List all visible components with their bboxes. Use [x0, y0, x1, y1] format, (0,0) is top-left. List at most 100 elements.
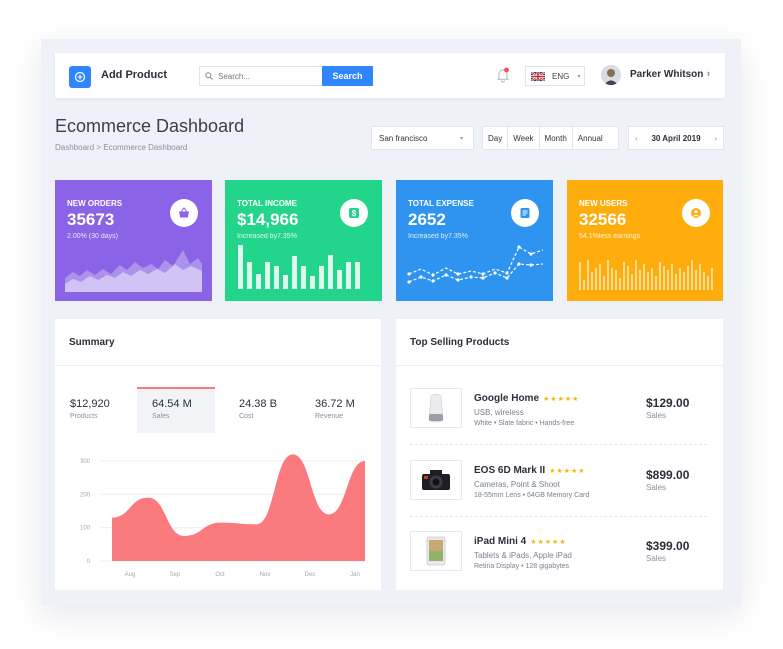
stat-products[interactable]: $12,920 Products [55, 387, 133, 433]
stat-label: Products [70, 413, 98, 420]
card-value: 35673 [67, 210, 115, 229]
breadcrumb[interactable]: Dashboard > Ecommerce Dashboard [55, 143, 187, 152]
search-input[interactable] [218, 71, 318, 81]
divider [410, 444, 707, 445]
user-bar [683, 272, 685, 290]
user-bar [711, 268, 713, 290]
stat-revenue[interactable]: 36.72 M Revenue [300, 387, 378, 433]
income-bars [238, 245, 360, 289]
x-tick-label: Jan [350, 572, 360, 578]
bell-icon [496, 67, 510, 83]
product-desc: Retina Display • 128 gigabytes [474, 563, 570, 570]
user-bar [623, 262, 625, 290]
top-selling-panel: Top Selling Products Google Home ★★★★★ US… [396, 319, 723, 590]
user-photo-icon [601, 65, 621, 85]
rating-stars-icon: ★★★★★ [530, 539, 567, 546]
notification-button[interactable] [496, 67, 510, 83]
card-subtext: Increased by7.35% [408, 233, 468, 240]
product-desc: 18-55mm Lens • 64GB Memory Card [474, 492, 590, 499]
chevron-down-icon: ▾ [577, 73, 581, 80]
chevron-left-icon[interactable]: ‹ [635, 134, 638, 143]
product-thumbnail [410, 388, 462, 428]
period-month[interactable]: Month [540, 127, 573, 149]
period-annual[interactable]: Annual [573, 127, 608, 149]
summary-title: Summary [69, 337, 115, 348]
y-tick-label: 100 [80, 526, 91, 532]
card-subtext: 54.1%less earnings [579, 233, 641, 240]
language-label: ENG [552, 71, 570, 81]
chevron-updown-icon[interactable]: ⬍ [706, 71, 711, 78]
date-label[interactable]: 30 April 2019 [651, 134, 700, 143]
period-day[interactable]: Day [483, 127, 509, 149]
stat-sales[interactable]: 64.54 M Sales [137, 387, 215, 433]
chevron-right-icon[interactable]: › [714, 134, 717, 143]
user-bar [703, 272, 705, 290]
new-users-card: NEW USERS 32566 54.1%less earnings [567, 180, 723, 301]
product-row[interactable]: EOS 6D Mark II ★★★★★ Cameras, Point & Sho… [410, 460, 708, 502]
language-select[interactable]: ENG ▾ [525, 66, 585, 86]
card-icon-button[interactable] [682, 199, 710, 227]
avatar[interactable] [601, 65, 621, 85]
product-price: $899.00 [646, 468, 690, 482]
user-bar [607, 260, 609, 290]
speaker-icon [428, 393, 444, 423]
price-label: Sales [646, 554, 667, 563]
card-label: TOTAL INCOME [237, 199, 297, 208]
city-label: San francisco [379, 133, 428, 143]
user-name[interactable]: Parker Whitson [630, 69, 703, 80]
expense-lines [407, 245, 543, 284]
date-picker: ‹ 30 April 2019 › [628, 126, 724, 150]
basket-icon [179, 207, 189, 218]
search-icon [205, 72, 213, 80]
product-thumbnail [410, 460, 462, 500]
card-subtext: 2.00% (30 days) [67, 233, 118, 240]
add-product-button[interactable] [69, 66, 91, 88]
user-bar [671, 264, 673, 290]
summary-area-chart: 0 100 200 300 Aug Sep Oct Nov Dec Jan [80, 454, 365, 578]
card-label: NEW USERS [579, 199, 628, 208]
card-value: 2652 [408, 210, 446, 229]
product-category: Tablets & iPads, Apple iPad [474, 551, 572, 560]
user-bar [659, 262, 661, 290]
product-row[interactable]: iPad Mini 4 ★★★★★ Tablets & iPads, Apple … [410, 531, 708, 573]
user-bar [583, 280, 585, 290]
plus-circle-icon [74, 71, 86, 83]
stat-value: 64.54 M [152, 398, 192, 410]
user-bar [631, 274, 633, 290]
card-subtext: Increased by7.35% [237, 233, 297, 240]
search-button[interactable]: Search [322, 66, 373, 86]
stat-cost[interactable]: 24.38 B Cost [224, 387, 302, 433]
add-product-label[interactable]: Add Product [101, 69, 167, 81]
product-row[interactable]: Google Home ★★★★★ USB, wireless White • S… [410, 388, 708, 430]
svg-text:$: $ [352, 209, 357, 218]
search-box [199, 66, 323, 86]
card-label: NEW ORDERS [67, 199, 123, 208]
card-icon-button[interactable] [170, 199, 198, 227]
product-category: Cameras, Point & Shoot [474, 480, 560, 489]
city-select[interactable]: San francisco ▾ [371, 126, 474, 150]
tablet-icon [426, 536, 446, 566]
top-selling-title: Top Selling Products [410, 337, 510, 348]
user-bar [679, 268, 681, 290]
card-icon-button[interactable] [511, 199, 539, 227]
divider [396, 365, 723, 366]
stat-label: Sales [152, 413, 170, 420]
product-name: EOS 6D Mark II ★★★★★ [474, 465, 586, 476]
card-icon-button[interactable]: $ [340, 199, 368, 227]
camera-icon [422, 470, 450, 490]
stat-value: 24.38 B [239, 398, 277, 410]
y-tick-label: 300 [80, 459, 91, 465]
x-tick-label: Oct [215, 572, 225, 578]
y-tick-label: 200 [80, 492, 91, 498]
user-bar [603, 276, 605, 290]
product-price: $399.00 [646, 539, 690, 553]
period-week[interactable]: Week [508, 127, 540, 149]
price-label: Sales [646, 483, 667, 492]
document-icon [520, 208, 530, 218]
dashboard-frame: Add Product Search... Search ENG ▾ Parke… [41, 39, 741, 605]
user-bar [707, 276, 709, 290]
total-income-card: TOTAL INCOME $14,966 Increased by7.35% $ [225, 180, 382, 301]
chevron-down-icon: ▾ [459, 136, 463, 142]
rating-stars-icon: ★★★★★ [549, 468, 586, 475]
user-bar [591, 272, 593, 290]
